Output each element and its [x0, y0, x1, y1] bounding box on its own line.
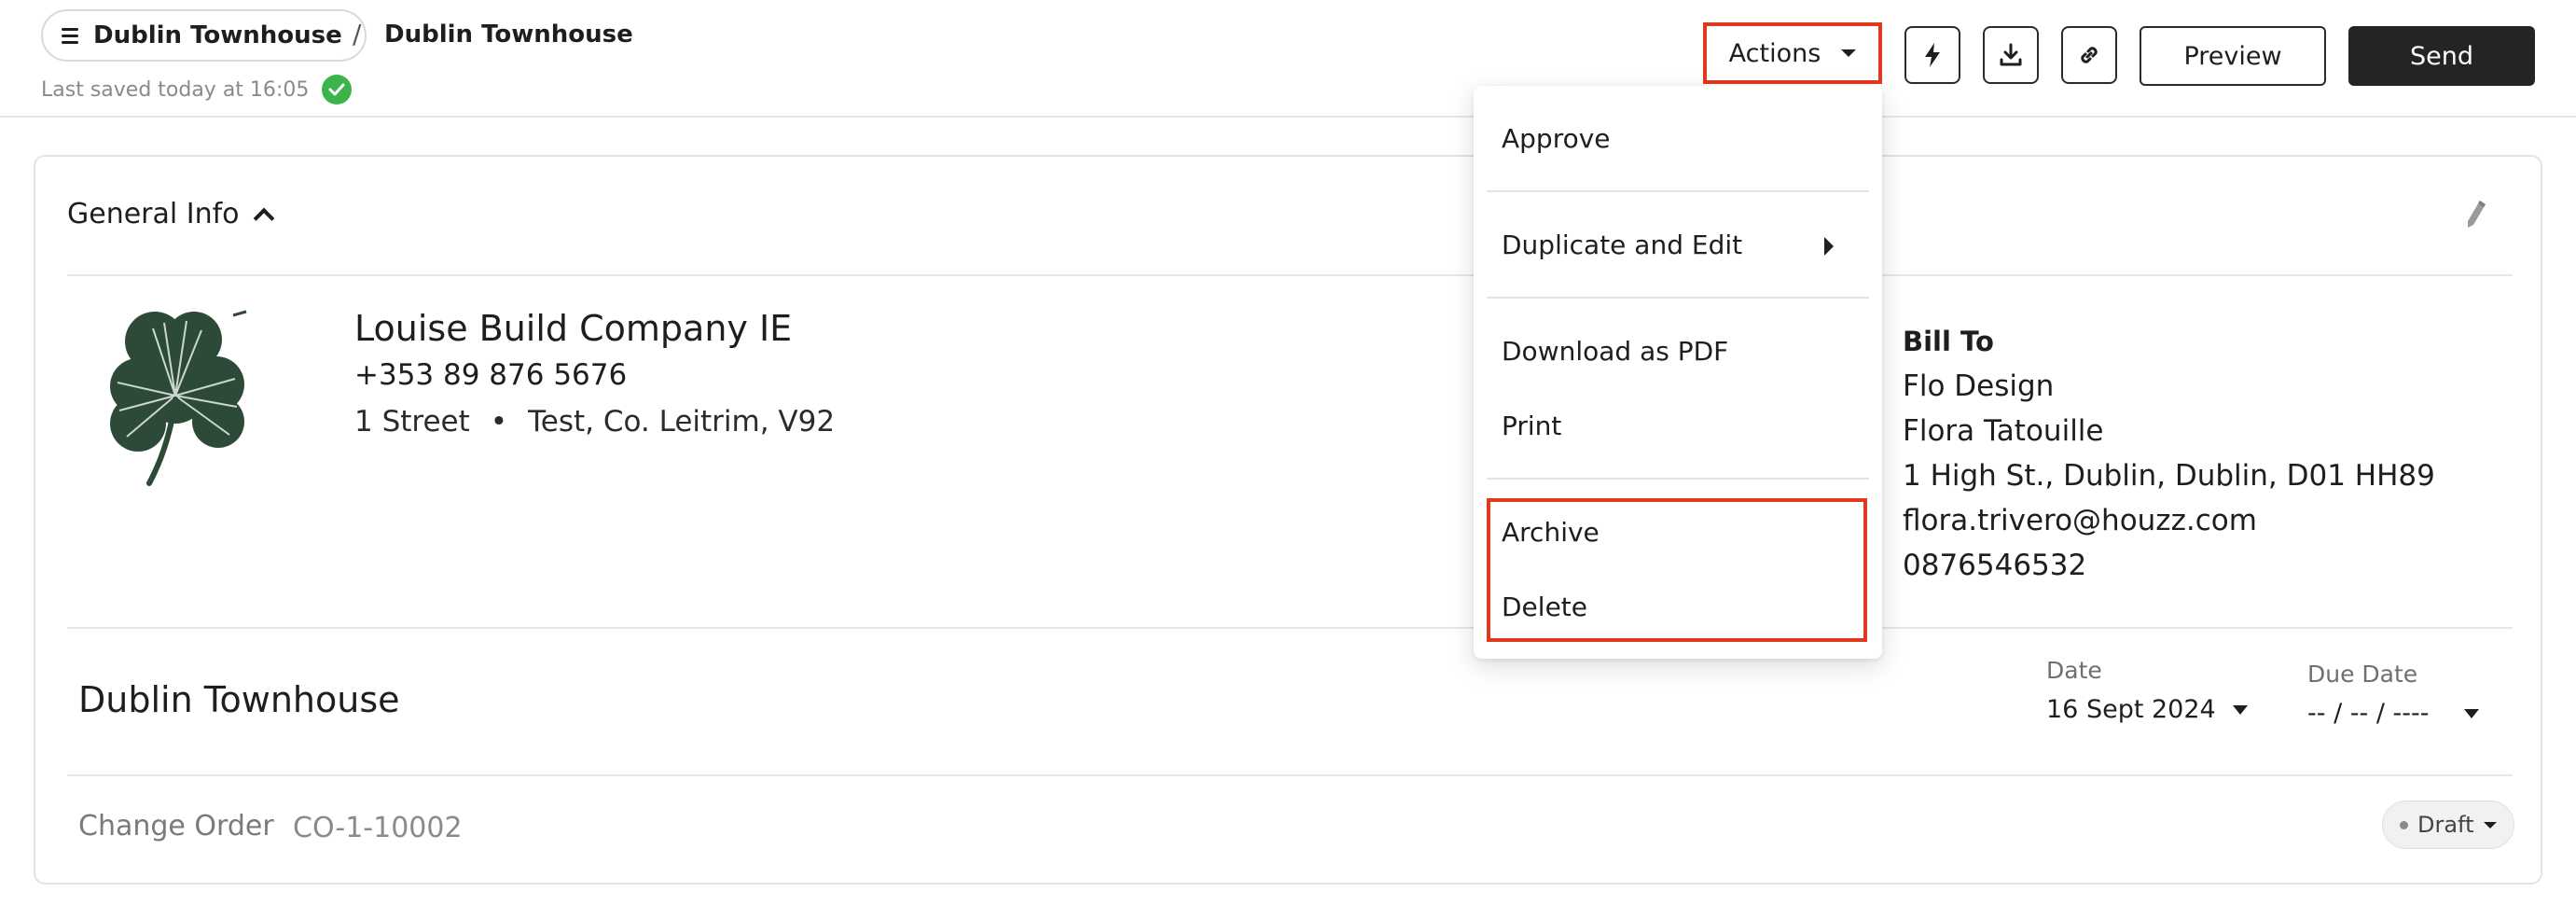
menu-item-print[interactable]: Print [1502, 411, 1561, 441]
company-address: 1 Street • Test, Co. Leitrim, V92 [354, 405, 835, 439]
save-status: Last saved today at 16:05 [41, 75, 353, 104]
breadcrumb-separator: / [353, 19, 362, 49]
bill-to-line: 1 High St., Dublin, Dublin, D01 HH89 [1903, 459, 2435, 493]
status-text: Draft [2417, 812, 2474, 838]
save-status-text: Last saved today at 16:05 [41, 77, 310, 102]
menu-divider [1487, 190, 1869, 192]
lightning-icon [1925, 43, 1940, 67]
caret-down-icon [2232, 704, 2248, 715]
bill-to-line: 0876546532 [1903, 549, 2087, 582]
chevron-up-icon [253, 207, 274, 229]
document-title: Dublin Townhouse [78, 679, 400, 720]
check-icon [322, 75, 353, 104]
due-date-value: -- / -- / ---- [2307, 699, 2430, 728]
company-name: Louise Build Company IE [354, 308, 793, 349]
shamrock-icon [110, 310, 247, 486]
lightning-button[interactable] [1904, 26, 1960, 84]
send-button[interactable]: Send [2348, 26, 2535, 86]
company-logo [93, 306, 261, 493]
download-button[interactable] [1983, 26, 2039, 84]
divider [67, 774, 2513, 776]
status-badge[interactable]: Draft [2382, 801, 2514, 849]
bill-to-block: Bill To Flo Design Flora Tatouille 1 Hig… [1903, 319, 2435, 588]
link-icon [2081, 47, 2098, 63]
breadcrumb-root-button[interactable]: Dublin Townhouse [41, 9, 367, 62]
copy-link-button[interactable] [2061, 26, 2117, 84]
menu-item-delete[interactable]: Delete [1502, 592, 1587, 622]
status-dot-icon [2400, 820, 2408, 829]
caret-down-icon [2483, 821, 2497, 828]
due-date-field[interactable]: Due Date -- / -- / ---- [2307, 661, 2480, 728]
caret-right-icon [1824, 237, 1834, 256]
general-info-card: General Info Louise Build Company IE +35… [34, 155, 2542, 884]
edit-button[interactable] [2464, 198, 2488, 235]
divider [67, 627, 2513, 629]
breadcrumb-current: Dublin Townhouse [384, 21, 633, 49]
bill-to-line: Flora Tatouille [1903, 414, 2104, 448]
company-street: 1 Street [354, 405, 470, 439]
download-icon [2000, 43, 2022, 66]
actions-menu: Approve Duplicate and Edit Download as P… [1474, 86, 1882, 659]
divider [67, 274, 2513, 276]
company-city: Test, Co. Leitrim, V92 [528, 405, 836, 439]
menu-item-approve[interactable]: Approve [1502, 123, 1611, 154]
menu-item-archive[interactable]: Archive [1502, 517, 1600, 548]
menu-divider [1487, 478, 1869, 480]
pencil-icon [2468, 201, 2486, 228]
document-type-label: Change Order [78, 810, 274, 842]
section-title: General Info [67, 198, 240, 230]
top-bar: Dublin Townhouse / Dublin Townhouse Last… [0, 0, 2576, 118]
caret-down-icon [1841, 49, 1857, 57]
general-info-toggle[interactable]: General Info [67, 198, 274, 230]
preview-button[interactable]: Preview [2140, 26, 2326, 86]
breadcrumb-root-label: Dublin Townhouse [93, 21, 342, 49]
date-value: 16 Sept 2024 [2046, 695, 2216, 724]
menu-icon [62, 27, 78, 44]
bill-to-line: flora.trivero@houzz.com [1903, 504, 2257, 537]
caret-down-icon [2464, 708, 2480, 718]
bill-to-title: Bill To [1903, 326, 1994, 357]
actions-label: Actions [1728, 38, 1821, 68]
bill-to-line: Flo Design [1903, 369, 2055, 403]
menu-divider [1487, 297, 1869, 299]
date-field[interactable]: Date 16 Sept 2024 [2046, 657, 2248, 724]
actions-dropdown-button[interactable]: Actions [1703, 22, 1882, 84]
menu-item-download-pdf[interactable]: Download as PDF [1502, 336, 1728, 367]
date-label: Date [2046, 657, 2102, 684]
menu-item-duplicate-and-edit[interactable]: Duplicate and Edit [1502, 230, 1742, 260]
company-phone: +353 89 876 5676 [354, 358, 628, 392]
due-date-label: Due Date [2307, 661, 2418, 688]
address-bullet: • [490, 405, 508, 439]
document-number: CO-1-10002 [293, 812, 463, 844]
